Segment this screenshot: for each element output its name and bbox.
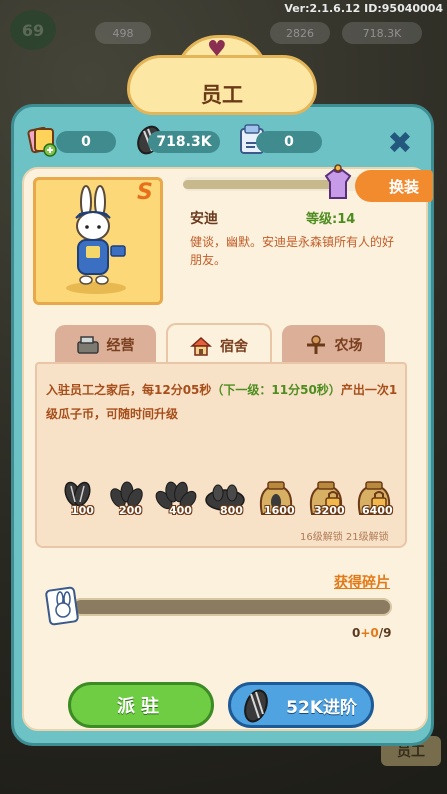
seed-value: 3200 xyxy=(314,504,345,517)
character-level: 等级:14 xyxy=(306,212,356,227)
seed-value: 6400 xyxy=(362,504,393,517)
character-name: 安迪 xyxy=(190,211,218,227)
heart-icon: ♥ xyxy=(207,37,227,62)
seed-count: 718.3K xyxy=(148,131,220,153)
fragment-progress-bar xyxy=(72,598,392,616)
close-button[interactable]: ✖ xyxy=(384,126,416,161)
voucher-count: 0 xyxy=(256,131,322,153)
tab-farm[interactable]: 农场 xyxy=(282,325,385,365)
character-description: 健谈，幽默。安迪是永森镇所有人的好朋友。 xyxy=(190,235,395,267)
fragment-count: 0+0/9 xyxy=(352,626,392,640)
seed-value: 400 xyxy=(169,504,192,517)
fragment-card-icon xyxy=(45,586,79,626)
unlock-note: 16级解锁 21级解锁 xyxy=(300,532,389,543)
seed-value: 1600 xyxy=(264,504,295,517)
card-pack-icon xyxy=(27,126,57,157)
dispatch-button[interactable]: 派驻 xyxy=(68,682,214,728)
seed-value: 100 xyxy=(71,504,94,517)
tab-business[interactable]: 经营 xyxy=(55,325,156,365)
get-fragments-link[interactable]: 获得碎片 xyxy=(334,572,390,592)
seed-value: 200 xyxy=(119,504,142,517)
house-icon xyxy=(190,336,212,356)
version-label: Ver:2.1.6.12 ID:95040004 xyxy=(284,2,443,15)
tab-label: 经营 xyxy=(106,338,135,354)
tab-label: 农场 xyxy=(334,338,363,354)
seed-value: 800 xyxy=(220,504,243,517)
tab-label: 宿舍 xyxy=(220,339,248,355)
swap-outfit-button[interactable]: 换装 xyxy=(355,170,433,202)
panel-title: 员工 xyxy=(201,83,243,107)
scarecrow-icon xyxy=(306,335,325,354)
card-count: 0 xyxy=(56,131,116,153)
rank-badge: S xyxy=(137,180,153,205)
cash-register-icon xyxy=(76,336,99,354)
tab-dorm[interactable]: 宿舍 xyxy=(166,323,272,367)
outfit-icon xyxy=(324,164,352,199)
dorm-description: 入驻员工之家后，每12分05秒（下一级：11分50秒）产出一次1级瓜子币，可随时… xyxy=(46,383,398,421)
sunflower-seed-icon xyxy=(244,689,268,723)
